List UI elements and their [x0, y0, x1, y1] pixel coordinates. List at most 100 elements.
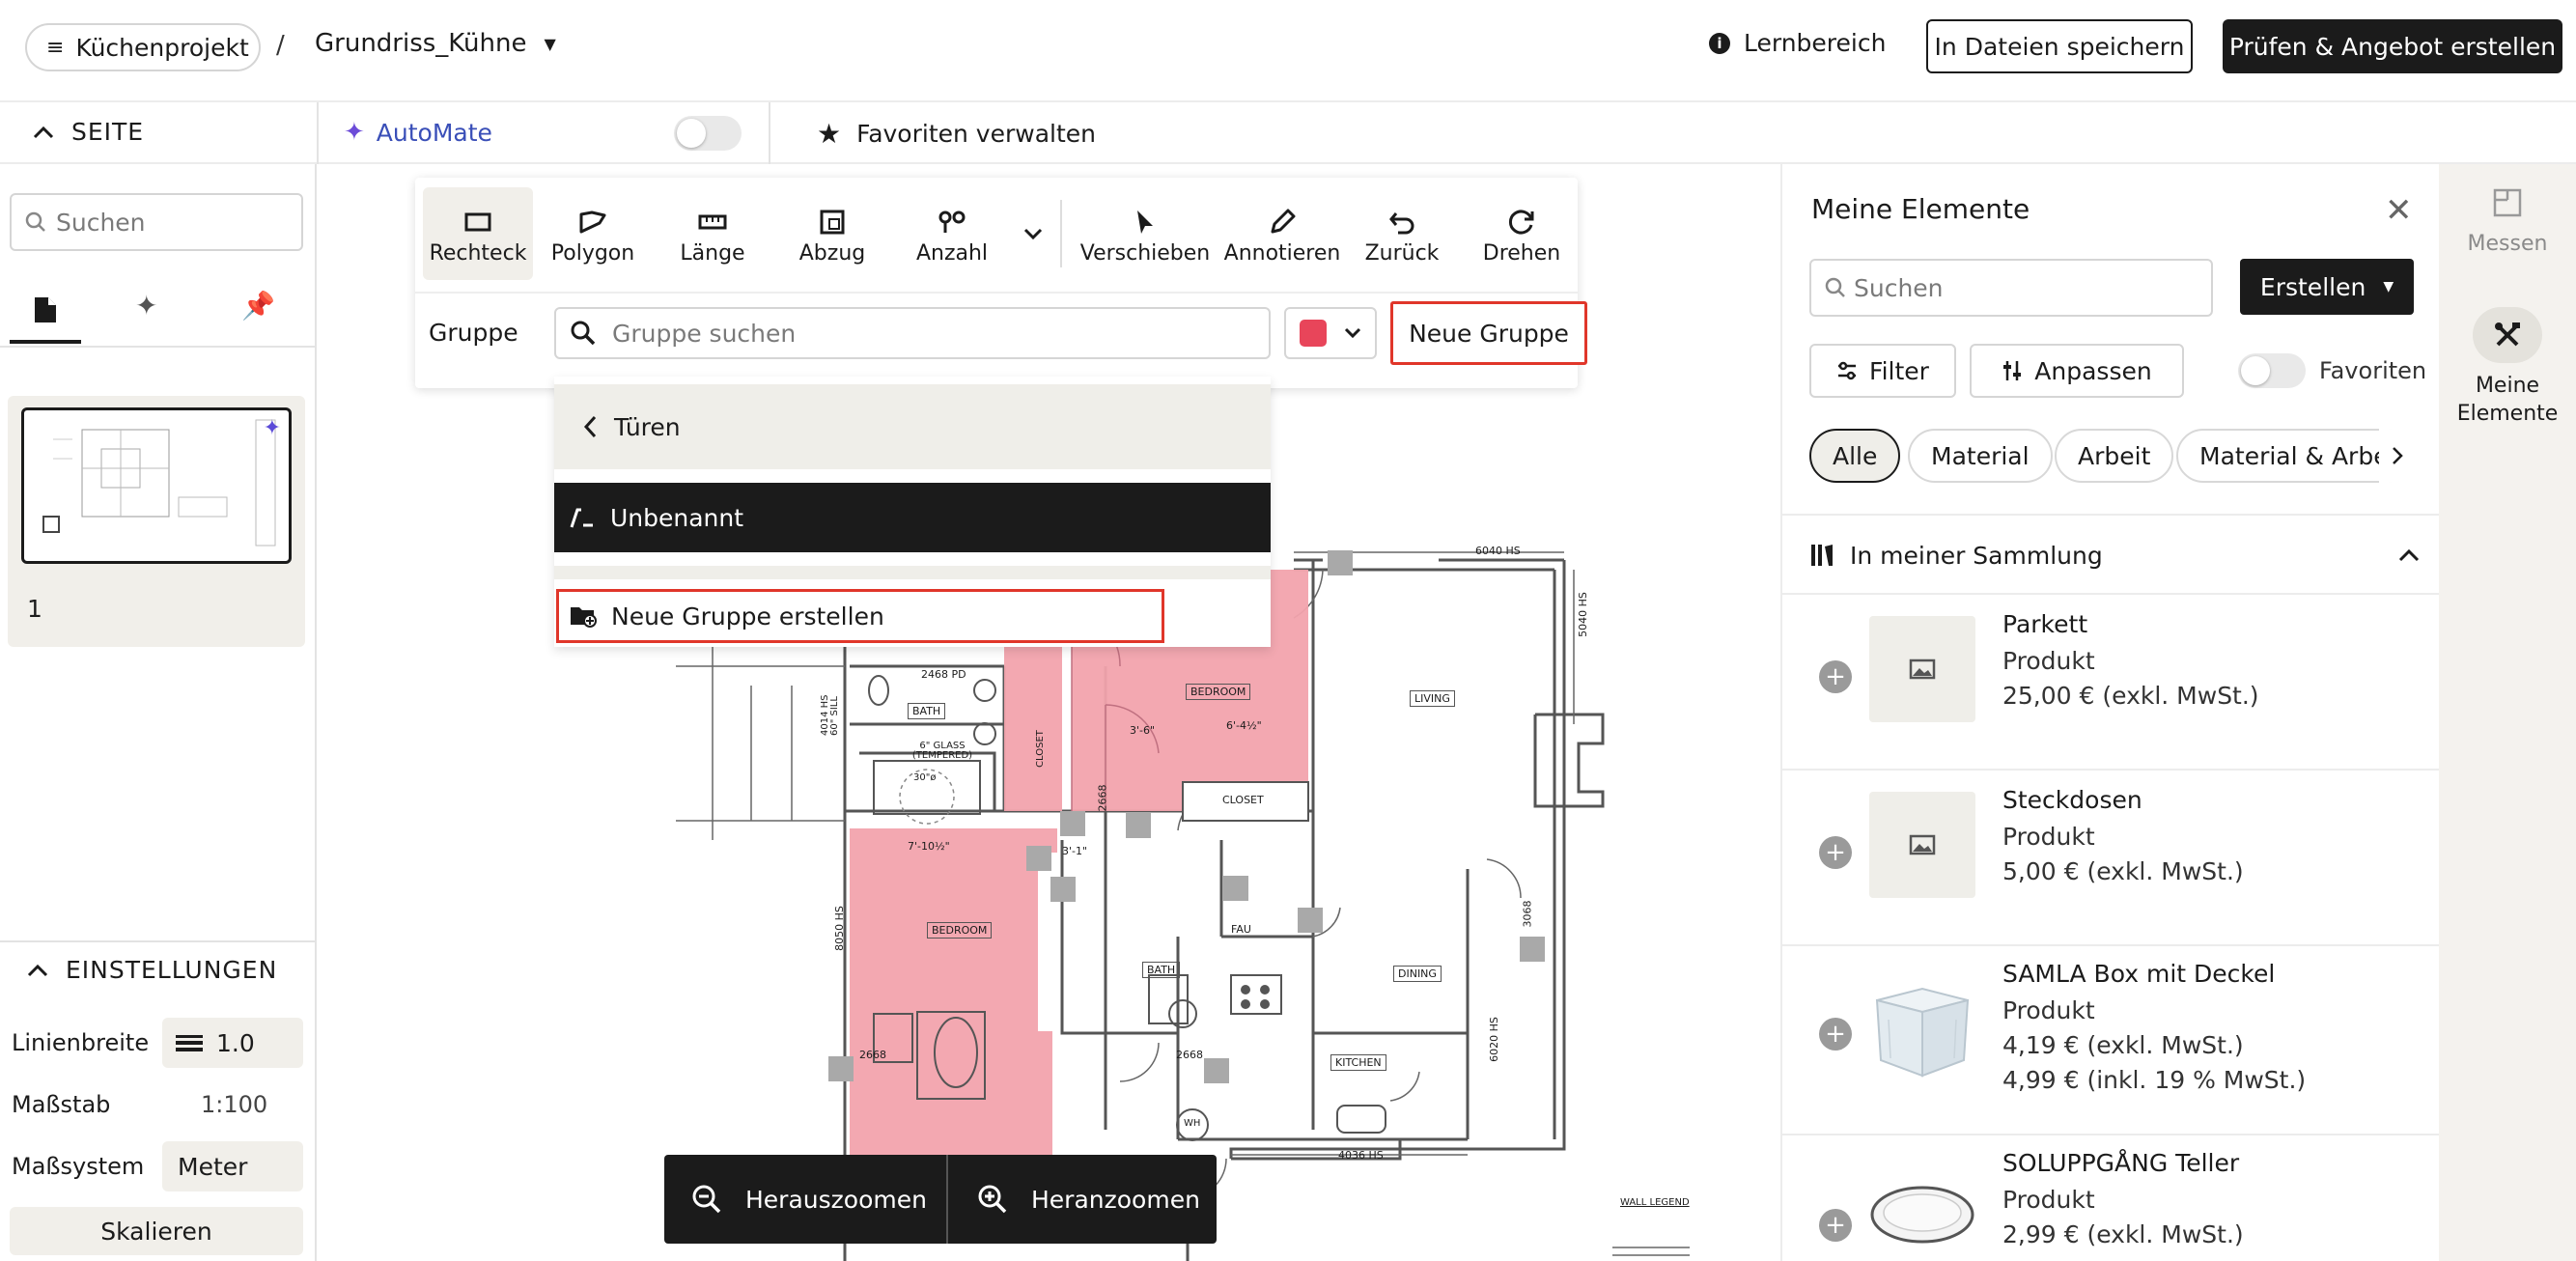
group-color-picker[interactable]	[1284, 307, 1377, 359]
tool-rotate[interactable]: Drehen	[1462, 187, 1582, 280]
elements-search-input[interactable]: Suchen	[1809, 259, 2213, 317]
collection-section-toggle[interactable]: In meiner Sammlung	[1809, 529, 2420, 581]
zoom-in-button[interactable]: Heranzoomen	[948, 1155, 1217, 1244]
back-label: Türen	[614, 412, 681, 441]
chips-scroll-right[interactable]	[2379, 429, 2416, 483]
scale-button[interactable]: Skalieren	[10, 1207, 303, 1255]
plan-label: BEDROOM	[1186, 684, 1251, 700]
tab-pinned[interactable]: 📌	[241, 290, 280, 344]
product-item[interactable]: + Parkett Produkt 25,00 € (exkl. MwSt.)	[1782, 595, 2441, 771]
create-group-item[interactable]: Neue Gruppe erstellen	[556, 589, 1164, 643]
dim-label: 2468 PD	[921, 668, 966, 681]
dim-label: 2668	[1176, 1049, 1203, 1061]
add-icon[interactable]: +	[1819, 836, 1852, 869]
favorites-toggle[interactable]	[2238, 353, 2306, 388]
panel-title: Meine Elemente	[1811, 193, 2030, 225]
chip-material[interactable]: Material	[1908, 429, 2053, 483]
rail-measure-button[interactable]: Messen	[2439, 187, 2576, 256]
search-icon	[1825, 277, 1846, 298]
rectangle-icon	[464, 203, 491, 241]
tool-label: Zurück	[1364, 240, 1440, 266]
file-name-dropdown[interactable]: Grundriss_Kühne ▼	[315, 29, 556, 58]
settings-section-toggle[interactable]: EINSTELLUNGEN	[27, 956, 277, 984]
review-offer-button[interactable]: Prüfen & Angebot erstellen	[2223, 19, 2562, 73]
tool-polygon[interactable]: Polygon	[533, 187, 653, 280]
line-weight-icon	[176, 1033, 203, 1052]
dim-label: 3068	[1521, 900, 1534, 928]
tool-move[interactable]: Verschieben	[1068, 187, 1222, 280]
line-width-value: 1.0	[216, 1028, 255, 1057]
create-button[interactable]: Erstellen ▼	[2240, 259, 2414, 315]
tools-more-dropdown[interactable]	[1012, 187, 1054, 280]
add-icon[interactable]: +	[1819, 1018, 1852, 1051]
page-thumbnail-card[interactable]: ✦ 1	[8, 396, 305, 647]
close-icon[interactable]: ✕	[2385, 191, 2413, 230]
manage-favorites-button[interactable]: ★ Favoriten verwalten	[817, 118, 1096, 150]
top-bar: ≡ Küchenprojekt / Grundriss_Kühne ▼ i Le…	[0, 0, 2576, 102]
chip-work[interactable]: Arbeit	[2055, 429, 2174, 483]
product-price: 25,00 € (exkl. MwSt.)	[2002, 682, 2259, 710]
tool-count[interactable]: Anzahl	[892, 187, 1012, 280]
page-number: 1	[27, 595, 42, 623]
info-icon: i	[1709, 32, 1730, 54]
line-width-label: Linienbreite	[12, 1029, 150, 1056]
tool-rectangle[interactable]: Rechteck	[423, 187, 533, 280]
chip-label: Alle	[1833, 441, 1878, 470]
tool-label: Polygon	[550, 240, 635, 266]
tool-undo[interactable]: Zurück	[1342, 187, 1462, 280]
page-section-label: SEITE	[71, 118, 145, 146]
save-to-files-button[interactable]: In Dateien speichern	[1926, 19, 2193, 73]
divider	[317, 102, 319, 164]
page-section-toggle[interactable]: SEITE	[33, 118, 144, 146]
measure-system-select[interactable]: Meter	[162, 1141, 303, 1191]
group-search-placeholder: Gruppe suchen	[612, 319, 797, 348]
rail-my-elements-button[interactable]: Meine Elemente	[2439, 307, 2576, 428]
tab-ai[interactable]: ✦	[135, 290, 174, 344]
page-thumbnail[interactable]: ✦	[21, 407, 292, 564]
automate-label: AutoMate	[376, 118, 492, 147]
tab-pages[interactable]	[10, 290, 81, 344]
count-icon	[937, 203, 967, 241]
search-icon	[570, 320, 597, 347]
add-icon[interactable]: +	[1819, 1209, 1852, 1242]
add-icon[interactable]: +	[1819, 660, 1852, 693]
chevron-up-icon	[2398, 548, 2420, 562]
filter-button[interactable]: Filter	[1809, 344, 1956, 398]
dim-label: 6040 HS	[1475, 545, 1521, 557]
chevron-up-icon	[33, 126, 54, 139]
drawing-canvas[interactable]: BEDROOM BEDROOM LIVING CLOSET CLOSET BAT…	[319, 164, 1780, 1261]
product-item[interactable]: + SAMLA Box mit Deckel Produkt 4,19 € (e…	[1782, 946, 2441, 1135]
new-group-button[interactable]: Neue Gruppe	[1390, 301, 1587, 365]
dropdown-item-selected[interactable]: Unbenannt	[554, 483, 1271, 552]
tool-length[interactable]: Länge	[653, 187, 772, 280]
right-rail: Messen Meine Elemente	[2439, 164, 2576, 1261]
dim-label: 5040 HS	[1576, 592, 1589, 637]
product-item[interactable]: + SOLUPPGÅNG Teller Produkt 2,99 € (exkl…	[1782, 1135, 2441, 1261]
secondary-bar: SEITE ✦ AutoMate ★ Favoriten verwalten	[0, 102, 2576, 164]
tool-annotate[interactable]: Annotieren	[1222, 187, 1342, 280]
tool-label: Länge	[680, 240, 745, 266]
product-item[interactable]: + Steckdosen Produkt 5,00 € (exkl. MwSt.…	[1782, 771, 2441, 946]
project-button[interactable]: ≡ Küchenprojekt	[25, 23, 261, 71]
customize-button[interactable]: Anpassen	[1970, 344, 2184, 398]
elements-panel: Meine Elemente ✕ Suchen Erstellen ▼ Filt…	[1780, 164, 2441, 1261]
polygon-icon	[578, 203, 607, 241]
tool-deduction[interactable]: Abzug	[772, 187, 892, 280]
page-search-input[interactable]: Suchen	[10, 193, 303, 251]
dropdown-back-row[interactable]: Türen	[554, 384, 1271, 469]
line-width-select[interactable]: 1.0	[162, 1018, 303, 1068]
plan-label: LIVING	[1410, 690, 1455, 707]
collection-title: In meiner Sammlung	[1850, 541, 2103, 570]
zoom-out-button[interactable]: Herauszoomen	[664, 1155, 946, 1244]
measure-system-value: Meter	[178, 1152, 248, 1181]
ruler-icon	[698, 203, 727, 241]
group-search-input[interactable]: Gruppe suchen	[554, 307, 1271, 359]
automate-toggle[interactable]	[674, 116, 742, 151]
scale-value: 1:100	[201, 1091, 268, 1118]
box-image	[1869, 971, 1975, 1087]
chip-label: Arbeit	[2078, 441, 2151, 470]
learn-link[interactable]: i Lernbereich	[1709, 29, 1886, 57]
offer-label: Prüfen & Angebot erstellen	[2228, 32, 2557, 61]
plan-label: CLOSET	[1222, 794, 1264, 806]
chip-all[interactable]: Alle	[1809, 429, 1901, 483]
